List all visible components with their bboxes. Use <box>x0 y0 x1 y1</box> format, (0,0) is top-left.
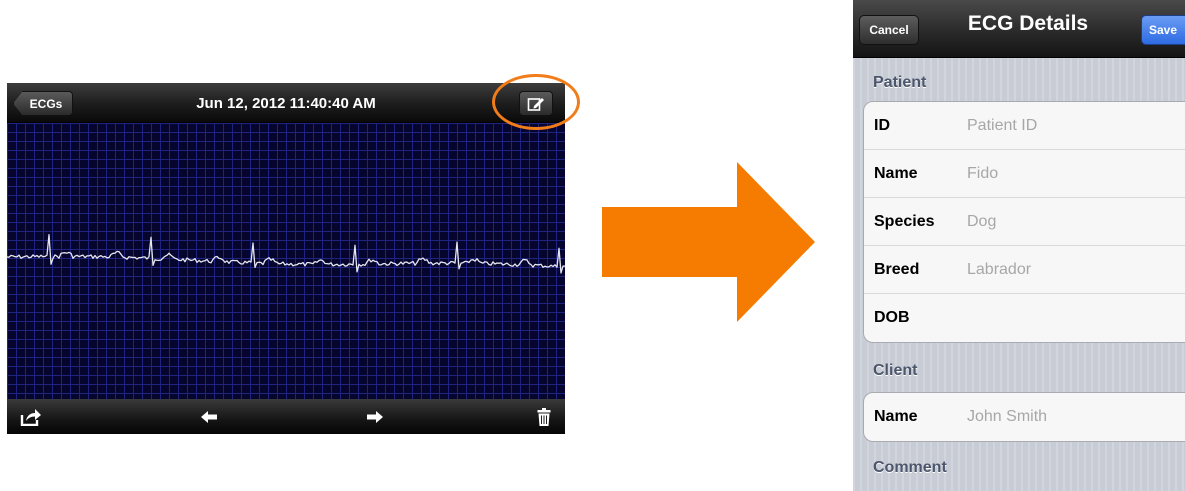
ecg-viewer-screen: ECGs Jun 12, 2012 11:40:40 AM <box>7 83 565 434</box>
patient-group: ID Patient ID Name Fido Species Dog Bree… <box>863 101 1185 343</box>
section-header-patient: Patient <box>873 74 927 91</box>
section-header-comment: Comment <box>873 459 947 476</box>
patient-name-row[interactable]: Name Fido <box>864 150 1185 198</box>
patient-dob-row[interactable]: DOB <box>864 294 1185 342</box>
ecg-waveform-area <box>7 123 565 399</box>
ecg-trace <box>7 234 565 274</box>
patient-species-row[interactable]: Species Dog <box>864 198 1185 246</box>
row-label: Name <box>874 164 918 182</box>
back-button-ecgs[interactable]: ECGs <box>13 91 73 116</box>
row-label: Name <box>874 408 918 425</box>
client-name-row[interactable]: Name John Smith <box>864 393 1185 441</box>
ecg-toolbar <box>7 399 565 434</box>
arrow-right-icon[interactable] <box>363 405 387 429</box>
patient-breed-row[interactable]: Breed Labrador <box>864 246 1185 294</box>
patient-id-row[interactable]: ID Patient ID <box>864 102 1185 150</box>
patient-name-field[interactable]: Fido <box>967 165 998 183</box>
ecg-timestamp-title: Jun 12, 2012 11:40:40 AM <box>196 94 376 112</box>
save-button[interactable]: Save <box>1141 15 1185 45</box>
client-group: Name John Smith <box>863 392 1185 442</box>
patient-breed-field[interactable]: Labrador <box>967 261 1031 279</box>
details-navbar: Cancel ECG Details Save <box>853 0 1185 58</box>
row-label: ID <box>874 116 890 134</box>
cancel-button[interactable]: Cancel <box>859 15 919 45</box>
trash-icon[interactable] <box>534 405 554 429</box>
row-label: Breed <box>874 260 920 278</box>
share-icon[interactable] <box>17 405 45 429</box>
patient-species-field[interactable]: Dog <box>967 213 996 231</box>
ecg-navbar: ECGs Jun 12, 2012 11:40:40 AM <box>7 83 565 123</box>
transition-arrow <box>602 162 815 322</box>
ecg-details-screen: Cancel ECG Details Save Patient ID Patie… <box>853 0 1185 491</box>
page-title: ECG Details <box>967 12 1089 35</box>
section-header-client: Client <box>873 362 918 379</box>
arrow-left-icon[interactable] <box>197 405 221 429</box>
row-label: DOB <box>874 309 910 326</box>
row-label: Species <box>874 212 935 230</box>
edit-button-highlight <box>492 74 580 130</box>
patient-id-field[interactable]: Patient ID <box>967 117 1037 135</box>
client-name-field[interactable]: John Smith <box>967 408 1047 426</box>
